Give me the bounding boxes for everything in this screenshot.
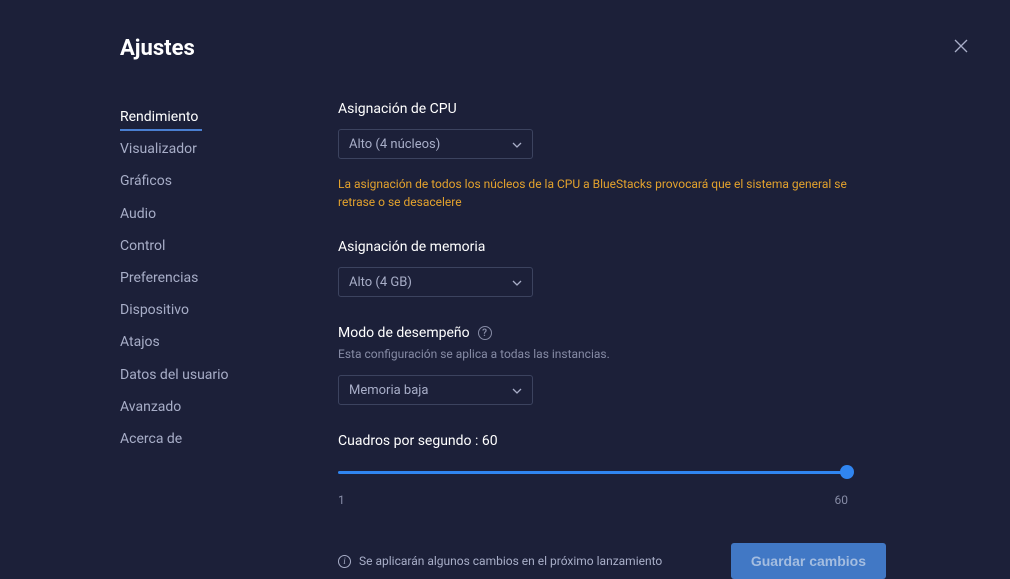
- chevron-down-icon: [512, 383, 522, 398]
- help-icon[interactable]: ?: [478, 326, 492, 340]
- sidebar-item-atajos[interactable]: Atajos: [120, 326, 320, 358]
- sidebar-item-graficos[interactable]: Gráficos: [120, 165, 320, 197]
- fps-slider[interactable]: [338, 465, 848, 485]
- memory-label: Asignación de memoria: [338, 239, 890, 255]
- sidebar-item-rendimiento[interactable]: Rendimiento: [120, 101, 320, 133]
- close-icon: [954, 39, 968, 53]
- save-button[interactable]: Guardar cambios: [731, 543, 886, 579]
- memory-dropdown-value: Alto (4 GB): [349, 275, 412, 290]
- slider-thumb[interactable]: [840, 465, 854, 479]
- sidebar-item-avanzado[interactable]: Avanzado: [120, 391, 320, 423]
- close-button[interactable]: [954, 38, 970, 54]
- fps-label: Cuadros por segundo : 60: [338, 433, 890, 449]
- sidebar-item-visualizador[interactable]: Visualizador: [120, 133, 320, 165]
- chevron-down-icon: [512, 275, 522, 290]
- performance-label: Modo de desempeño: [338, 325, 470, 341]
- performance-dropdown-value: Memoria baja: [349, 383, 428, 398]
- sidebar: Rendimiento Visualizador Gráficos Audio …: [120, 101, 320, 579]
- sidebar-item-preferencias[interactable]: Preferencias: [120, 262, 320, 294]
- sidebar-item-control[interactable]: Control: [120, 230, 320, 262]
- chevron-down-icon: [512, 137, 522, 152]
- cpu-warning: La asignación de todos los núcleos de la…: [338, 175, 858, 211]
- performance-sublabel: Esta configuración se aplica a todas las…: [338, 347, 890, 361]
- sidebar-item-audio[interactable]: Audio: [120, 198, 320, 230]
- cpu-dropdown-value: Alto (4 núcleos): [349, 137, 440, 152]
- performance-dropdown[interactable]: Memoria baja: [338, 375, 533, 405]
- fps-max: 60: [835, 493, 849, 507]
- info-icon: i: [338, 555, 351, 568]
- fps-min: 1: [338, 493, 345, 507]
- sidebar-item-datos-usuario[interactable]: Datos del usuario: [120, 359, 320, 391]
- info-text: Se aplicarán algunos cambios en el próxi…: [359, 554, 662, 568]
- cpu-dropdown[interactable]: Alto (4 núcleos): [338, 129, 533, 159]
- sidebar-item-acerca-de[interactable]: Acerca de: [120, 423, 320, 455]
- page-title: Ajustes: [120, 36, 1010, 61]
- slider-track: [338, 471, 848, 474]
- memory-dropdown[interactable]: Alto (4 GB): [338, 267, 533, 297]
- cpu-label: Asignación de CPU: [338, 101, 890, 117]
- sidebar-item-dispositivo[interactable]: Dispositivo: [120, 294, 320, 326]
